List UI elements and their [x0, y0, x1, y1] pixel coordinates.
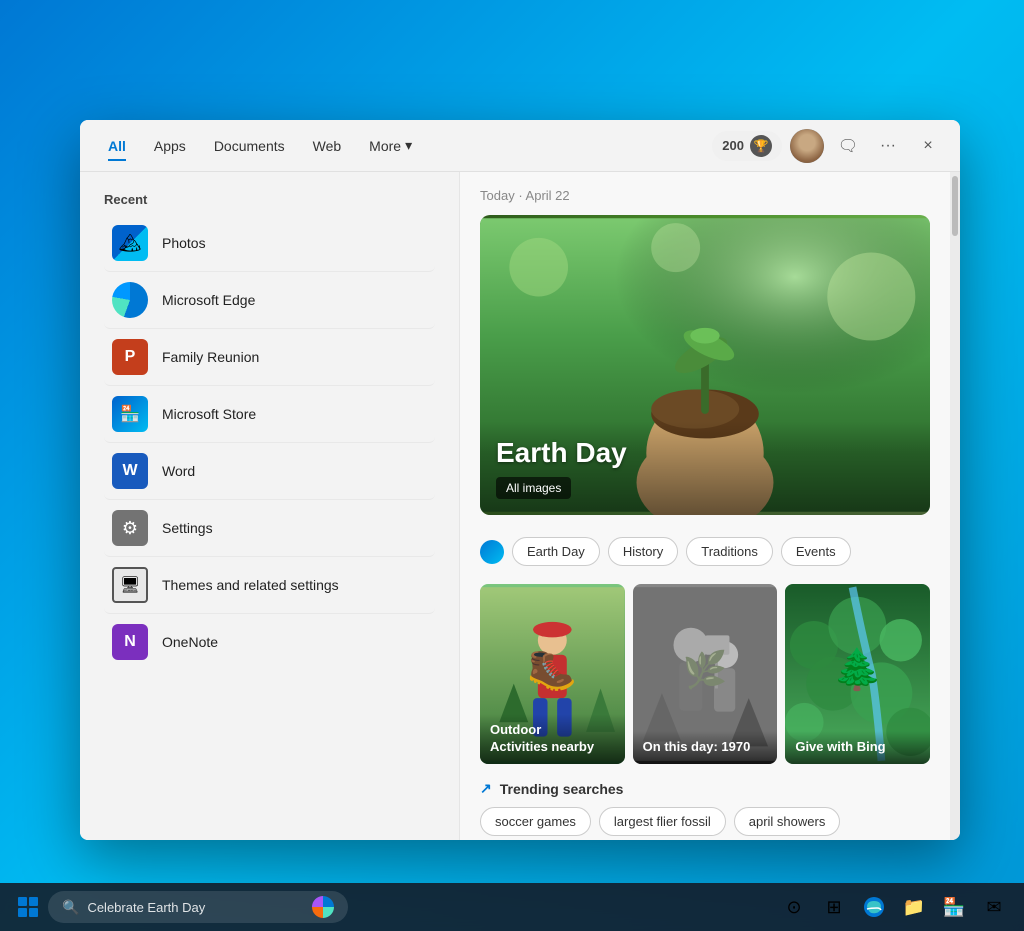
cards-row: OutdoorActivities nearby [480, 584, 930, 764]
more-options-icon[interactable]: ··· [872, 130, 904, 162]
topic-chip-traditions[interactable]: Traditions [686, 537, 773, 566]
taskbar: 🔍 Celebrate Earth Day ⊙ ⊞ 📁 🏪 ✉ [0, 883, 1024, 931]
card-on-this-day[interactable]: On this day: 1970 [633, 584, 778, 764]
nav-right-actions: 200 🏆 🗨 ··· × [712, 129, 944, 163]
search-panel: All Apps Documents Web More ▾ 200 🏆 🗨 ··… [80, 120, 960, 840]
desktop: All Apps Documents Web More ▾ 200 🏆 🗨 ··… [0, 0, 1024, 931]
earth-day-topic-icon [480, 540, 504, 564]
tab-apps[interactable]: Apps [142, 132, 198, 160]
app-item-word[interactable]: W Word [104, 443, 435, 500]
app-name-settings: Settings [162, 520, 213, 536]
win-logo-bottom-right [29, 908, 38, 917]
topic-chip-history[interactable]: History [608, 537, 678, 566]
trending-chip-fossil[interactable]: largest flier fossil [599, 807, 726, 836]
word-icon: W [112, 453, 148, 489]
user-avatar[interactable] [790, 129, 824, 163]
taskbar-search[interactable]: 🔍 Celebrate Earth Day [48, 891, 348, 923]
bing-orb-icon [312, 896, 334, 918]
app-item-store[interactable]: 🏪 Microsoft Store [104, 386, 435, 443]
app-name-themes: Themes and related settings [162, 577, 339, 593]
store-icon: 🏪 [112, 396, 148, 432]
search-text: Celebrate Earth Day [87, 900, 304, 915]
trending-title: Trending searches [500, 781, 624, 797]
date-header: Today · April 22 [480, 188, 930, 203]
main-content: Recent 🏔 Photos Microsoft Edge P Family … [80, 172, 960, 840]
taskbar-mail-icon[interactable]: ✉ [976, 889, 1012, 925]
tab-all[interactable]: All [96, 132, 138, 160]
app-name-family-reunion: Family Reunion [162, 349, 259, 365]
earth-day-title: Earth Day [496, 437, 914, 469]
trending-arrow-icon: ↗ [480, 780, 492, 797]
date-separator: · [515, 188, 526, 203]
feedback-icon[interactable]: 🗨 [832, 130, 864, 162]
all-images-button[interactable]: All images [496, 477, 571, 499]
scrollbar[interactable] [950, 172, 960, 840]
taskbar-circle-icon[interactable]: ⊙ [776, 889, 812, 925]
start-button[interactable] [12, 891, 44, 923]
win-logo-top-right [29, 897, 38, 906]
left-panel: Recent 🏔 Photos Microsoft Edge P Family … [80, 172, 460, 840]
onenote-icon: N [112, 624, 148, 660]
settings-icon: ⚙ [112, 510, 148, 546]
points-value: 200 [722, 138, 744, 153]
topics-row: Earth Day History Traditions Events [480, 527, 930, 576]
ppt-icon: P [112, 339, 148, 375]
scroll-thumb[interactable] [952, 176, 958, 236]
search-icon: 🔍 [62, 899, 79, 916]
trophy-icon: 🏆 [750, 135, 772, 157]
tab-more[interactable]: More ▾ [357, 131, 424, 160]
app-item-photos[interactable]: 🏔 Photos [104, 215, 435, 272]
taskbar-edge-icon[interactable] [856, 889, 892, 925]
edge-icon [112, 282, 148, 318]
app-item-settings[interactable]: ⚙ Settings [104, 500, 435, 557]
date-today: Today [480, 188, 515, 203]
topic-chip-earthday[interactable]: Earth Day [512, 537, 600, 566]
date-value: April 22 [526, 188, 570, 203]
themes-icon: 🖥 [112, 567, 148, 603]
app-name-onenote: OneNote [162, 634, 218, 650]
taskbar-store-icon[interactable]: 🏪 [936, 889, 972, 925]
app-item-onenote[interactable]: N OneNote [104, 614, 435, 670]
windows-logo [18, 897, 38, 917]
earth-day-hero-card[interactable]: Earth Day All images [480, 215, 930, 515]
app-name-word: Word [162, 463, 195, 479]
nav-bar: All Apps Documents Web More ▾ 200 🏆 🗨 ··… [80, 120, 960, 172]
right-panel: Today · April 22 [460, 172, 950, 840]
taskbar-file-explorer-icon[interactable]: 📁 [896, 889, 932, 925]
earth-day-overlay: Earth Day All images [480, 421, 930, 515]
taskbar-widgets-icon[interactable]: ⊞ [816, 889, 852, 925]
trending-chip-showers[interactable]: april showers [734, 807, 841, 836]
points-badge[interactable]: 200 🏆 [712, 131, 782, 161]
avatar-image [790, 129, 824, 163]
win-logo-top-left [18, 897, 27, 906]
trending-header: ↗ Trending searches [480, 780, 930, 797]
1970-card-label: On this day: 1970 [633, 731, 778, 764]
bing-card-label: Give with Bing [785, 731, 930, 764]
trending-chip-soccer[interactable]: soccer games [480, 807, 591, 836]
app-item-family-reunion[interactable]: P Family Reunion [104, 329, 435, 386]
outdoor-card-label: OutdoorActivities nearby [480, 714, 625, 764]
tab-documents[interactable]: Documents [202, 132, 297, 160]
app-name-photos: Photos [162, 235, 206, 251]
app-name-edge: Microsoft Edge [162, 292, 255, 308]
card-give-with-bing[interactable]: Give with Bing [785, 584, 930, 764]
win-logo-bottom-left [18, 908, 27, 917]
app-name-store: Microsoft Store [162, 406, 256, 422]
tab-web[interactable]: Web [301, 132, 354, 160]
recent-title: Recent [104, 192, 435, 207]
app-item-themes[interactable]: 🖥 Themes and related settings [104, 557, 435, 614]
app-item-edge[interactable]: Microsoft Edge [104, 272, 435, 329]
close-icon[interactable]: × [912, 130, 944, 162]
topic-chip-events[interactable]: Events [781, 537, 851, 566]
photos-icon: 🏔 [112, 225, 148, 261]
card-outdoor-activities[interactable]: OutdoorActivities nearby [480, 584, 625, 764]
trending-chips-row1: soccer games largest flier fossil april … [480, 807, 930, 836]
